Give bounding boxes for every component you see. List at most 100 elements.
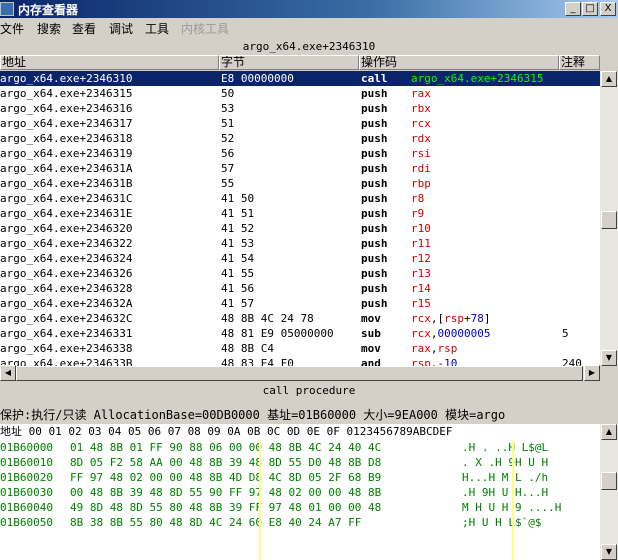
disasm-row[interactable]: argo_x64.exe+2346331 48 81 E9 05000000 sub…	[0, 326, 600, 341]
scroll-left-arrow-icon[interactable]: ◀	[0, 365, 16, 381]
disasm-hscroll-thumb[interactable]	[16, 366, 583, 381]
disassembly-view[interactable]: argo_x64.exe+2346310 E8 00000000 call argo_…	[0, 71, 600, 366]
disasm-row[interactable]: argo_x64.exe+2346310 E8 00000000 call argo_…	[0, 71, 600, 86]
disasm-row[interactable]: argo_x64.exe+234631E 41 51 push r9	[0, 206, 600, 221]
close-button[interactable]: X	[600, 2, 616, 16]
hex-row[interactable]: 01B60010 8D 05 F2 58 AA 00 48 8B 39 48 8D…	[0, 455, 600, 471]
row-bytes: 41 52	[221, 222, 255, 235]
disasm-row[interactable]: argo_x64.exe+2346328 41 56 push r14	[0, 281, 600, 296]
hex-cursor-column	[512, 440, 514, 560]
memory-region-info: 保护:执行/只读 AllocationBase=00DB0000 基址=01B6…	[0, 408, 506, 422]
operand-token: argo_x64.exe+2346315	[411, 72, 544, 85]
operand-token: rsp	[444, 312, 464, 325]
disasm-row[interactable]: argo_x64.exe+234632A 41 57 push r15	[0, 296, 600, 311]
menu-kernel-tools[interactable]: 内核工具	[181, 20, 229, 37]
disasm-vertical-scrollbar[interactable]: ▲ ▼	[600, 71, 618, 366]
hex-vertical-scrollbar[interactable]: ▲ ▼	[600, 424, 618, 560]
scroll-up-arrow-icon[interactable]: ▲	[601, 71, 617, 87]
scroll-down-arrow-icon[interactable]: ▼	[601, 350, 617, 366]
operand-token: rcx	[411, 312, 431, 325]
row-opcode: push	[361, 177, 388, 190]
hex-row[interactable]: 01B60030 00 48 8B 39 48 8D 55 90 FF 97 48…	[0, 485, 600, 501]
row-bytes: 53	[221, 102, 235, 115]
hex-view[interactable]: 地址 00 01 02 03 04 05 06 07 08 09 0A 0B 0…	[0, 424, 600, 560]
row-address: argo_x64.exe+2346317	[0, 117, 133, 130]
hex-row[interactable]: 01B60040 49 8D 48 8D 55 80 48 8B 39 FF 97…	[0, 500, 600, 516]
operand-token: ,	[430, 342, 438, 355]
disasm-row[interactable]: argo_x64.exe+2346316 53 push rbx	[0, 101, 600, 116]
row-opcode: mov	[361, 312, 381, 325]
disasm-row[interactable]: argo_x64.exe+234631A 57 push rdi	[0, 161, 600, 176]
row-address: argo_x64.exe+2346310	[0, 72, 133, 85]
row-address: argo_x64.exe+2346331	[0, 327, 133, 340]
menu-bar: 文件 搜索 查看 调试 工具 内核工具	[0, 18, 618, 38]
hex-row[interactable]: 01B60020 FF 97 48 02 00 00 48 8B 4D D8 4C…	[0, 470, 600, 486]
app-icon[interactable]	[0, 2, 14, 16]
disasm-row[interactable]: argo_x64.exe+234632C 48 8B 4C 24 78 mov rcx…	[0, 311, 600, 326]
menu-file[interactable]: 文件	[0, 20, 24, 37]
menu-debug[interactable]: 调试	[109, 20, 133, 37]
disasm-row[interactable]: argo_x64.exe+2346326 41 55 push r13	[0, 266, 600, 281]
menu-search[interactable]: 搜索	[37, 20, 61, 37]
disasm-row[interactable]: argo_x64.exe+2346318 52 push rdx	[0, 131, 600, 146]
disasm-row[interactable]: argo_x64.exe+2346324 41 54 push r12	[0, 251, 600, 266]
operand-token: rbx	[411, 102, 431, 115]
row-operands: r13	[411, 266, 431, 281]
row-operands: rsi	[411, 146, 431, 161]
operand-token: r15	[411, 297, 431, 310]
row-operands: r12	[411, 251, 431, 266]
disasm-row[interactable]: argo_x64.exe+234633B 48 83 E4 F0 and rsp,-1…	[0, 356, 600, 366]
row-bytes: 41 57	[221, 297, 255, 310]
row-opcode: push	[361, 267, 388, 280]
disasm-row[interactable]: argo_x64.exe+234631B 55 push rbp	[0, 176, 600, 191]
hex-row-ascii: H...H M L ./h	[462, 471, 549, 484]
column-header-comment[interactable]: 注释	[559, 55, 600, 70]
hex-scroll-down-arrow-icon[interactable]: ▼	[601, 544, 617, 560]
hex-scroll-thumb[interactable]	[601, 472, 617, 490]
menu-tools[interactable]: 工具	[145, 20, 169, 37]
operand-token: rsp	[437, 342, 458, 355]
operand-token: +	[464, 312, 471, 325]
scroll-right-arrow-icon[interactable]: ▶	[584, 365, 600, 381]
hex-row-address: 01B60020	[0, 471, 53, 484]
row-operands: r11	[411, 236, 431, 251]
row-opcode: mov	[361, 342, 381, 355]
row-opcode: push	[361, 147, 388, 160]
column-header-opcode[interactable]: 操作码	[359, 55, 559, 70]
minimize-button[interactable]: _	[565, 2, 581, 16]
hex-row[interactable]: 01B60050 8B 38 8B 55 80 48 8D 4C 24 60 E8…	[0, 515, 600, 531]
column-header-bytes[interactable]: 字节	[219, 55, 359, 70]
row-address: argo_x64.exe+234631A	[0, 162, 133, 175]
disasm-row[interactable]: argo_x64.exe+2346320 41 52 push r10	[0, 221, 600, 236]
disasm-scroll-thumb[interactable]	[601, 211, 617, 229]
row-operands: rdi	[411, 161, 431, 176]
menu-view[interactable]: 查看	[72, 20, 96, 37]
hex-row-bytes: 8B 38 8B 55 80 48 8D 4C 24 60 E8 40 24 A…	[70, 516, 362, 529]
row-address: argo_x64.exe+234632A	[0, 297, 133, 310]
row-bytes: 41 50	[221, 192, 255, 205]
hex-row[interactable]: 01B60000 01 48 8B 01 FF 90 88 06 00 00 48…	[0, 440, 600, 456]
disasm-row[interactable]: argo_x64.exe+2346317 51 push rcx	[0, 116, 600, 131]
disasm-row[interactable]: argo_x64.exe+2346315 50 push rax	[0, 86, 600, 101]
operand-token: rsp	[411, 357, 431, 366]
row-comment: 240	[562, 357, 582, 366]
row-opcode: and	[361, 357, 381, 366]
column-header-address[interactable]: 地址	[0, 55, 219, 70]
row-bytes: 48 8B C4	[221, 342, 274, 355]
disasm-row[interactable]: argo_x64.exe+2346322 41 53 push r11	[0, 236, 600, 251]
maximize-button[interactable]: □	[582, 2, 598, 16]
row-operands: rdx	[411, 131, 431, 146]
disasm-row[interactable]: argo_x64.exe+2346319 56 push rsi	[0, 146, 600, 161]
row-address: argo_x64.exe+2346324	[0, 252, 133, 265]
disasm-row[interactable]: argo_x64.exe+2346338 48 8B C4 mov rax,rsp	[0, 341, 600, 356]
row-opcode: push	[361, 87, 388, 100]
row-bytes: 41 55	[221, 267, 255, 280]
row-operands: r10	[411, 221, 431, 236]
row-opcode: sub	[361, 327, 381, 340]
hex-scroll-up-arrow-icon[interactable]: ▲	[601, 424, 617, 440]
operand-token: rbp	[411, 177, 431, 190]
row-operands: rbx	[411, 101, 431, 116]
disasm-row[interactable]: argo_x64.exe+234631C 41 50 push r8	[0, 191, 600, 206]
disasm-horizontal-scrollbar[interactable]: ◀ ▶	[0, 365, 600, 381]
operand-token: r9	[411, 207, 425, 220]
